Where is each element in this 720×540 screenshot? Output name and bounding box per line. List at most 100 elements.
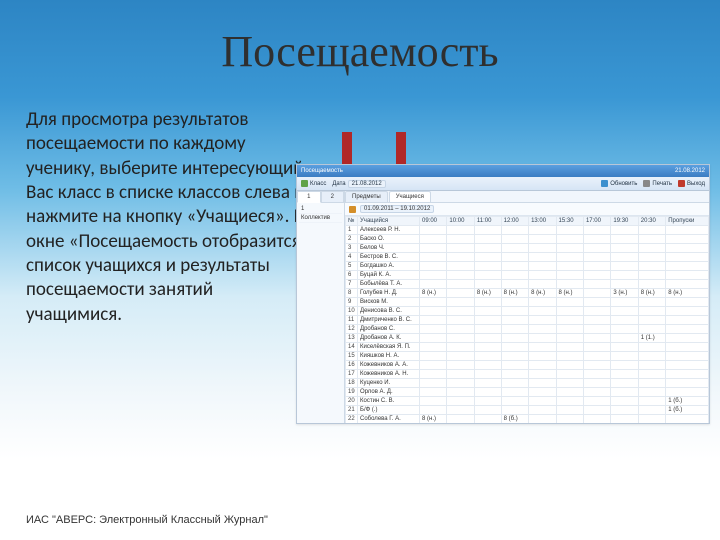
attendance-cell[interactable] — [474, 370, 501, 379]
attendance-cell[interactable] — [501, 235, 528, 244]
attendance-cell[interactable] — [474, 280, 501, 289]
attendance-cell[interactable] — [420, 262, 447, 271]
attendance-cell[interactable] — [556, 343, 583, 352]
toolbar-date[interactable]: Дата 21.08.2012 — [332, 180, 385, 188]
attendance-cell[interactable] — [474, 406, 501, 415]
attendance-cell[interactable] — [666, 370, 709, 379]
attendance-cell[interactable] — [638, 316, 665, 325]
attendance-cell[interactable] — [501, 298, 528, 307]
attendance-cell[interactable] — [666, 325, 709, 334]
attendance-cell[interactable]: 8 (н.) — [474, 289, 501, 298]
attendance-cell[interactable] — [529, 244, 556, 253]
attendance-cell[interactable] — [447, 271, 474, 280]
attendance-cell[interactable] — [529, 226, 556, 235]
attendance-cell[interactable] — [420, 361, 447, 370]
attendance-cell[interactable] — [611, 235, 638, 244]
attendance-cell[interactable] — [420, 307, 447, 316]
attendance-cell[interactable] — [611, 379, 638, 388]
attendance-cell[interactable] — [447, 262, 474, 271]
table-row[interactable]: 22Соболева Г. А.8 (н.)8 (б.) — [346, 415, 709, 424]
attendance-cell[interactable] — [529, 379, 556, 388]
attendance-cell[interactable] — [501, 343, 528, 352]
attendance-cell[interactable]: 8 (н.) — [420, 415, 447, 424]
attendance-cell[interactable] — [666, 334, 709, 343]
attendance-cell[interactable] — [474, 415, 501, 424]
attendance-cell[interactable] — [529, 388, 556, 397]
table-row[interactable]: 13Дробанов А. К.1 (1.) — [346, 334, 709, 343]
attendance-cell[interactable] — [420, 253, 447, 262]
grid-header[interactable]: 19:30 — [611, 217, 638, 226]
attendance-cell[interactable] — [447, 415, 474, 424]
attendance-cell[interactable] — [501, 244, 528, 253]
attendance-cell[interactable]: 8 (н.) — [638, 289, 665, 298]
attendance-cell[interactable] — [583, 235, 610, 244]
attendance-cell[interactable] — [611, 325, 638, 334]
attendance-cell[interactable] — [556, 298, 583, 307]
attendance-cell[interactable] — [501, 379, 528, 388]
attendance-cell[interactable] — [583, 253, 610, 262]
attendance-cell[interactable] — [583, 298, 610, 307]
attendance-cell[interactable] — [501, 361, 528, 370]
attendance-cell[interactable] — [447, 244, 474, 253]
attendance-cell[interactable] — [501, 280, 528, 289]
attendance-cell[interactable] — [556, 397, 583, 406]
attendance-cell[interactable] — [529, 298, 556, 307]
attendance-cell[interactable] — [666, 271, 709, 280]
attendance-cell[interactable] — [638, 361, 665, 370]
attendance-cell[interactable] — [638, 280, 665, 289]
attendance-cell[interactable]: 8 (н.) — [420, 289, 447, 298]
attendance-cell[interactable] — [611, 280, 638, 289]
attendance-cell[interactable] — [638, 307, 665, 316]
attendance-cell[interactable] — [556, 334, 583, 343]
table-row[interactable]: 8Голубев Н. Д.8 (н.)8 (н.)8 (н.)8 (н.)8 … — [346, 289, 709, 298]
attendance-cell[interactable] — [638, 262, 665, 271]
attendance-cell[interactable]: 1 (б.) — [666, 397, 709, 406]
table-row[interactable]: 11Дмитриченко В. С. — [346, 316, 709, 325]
attendance-cell[interactable] — [447, 226, 474, 235]
table-row[interactable]: 18Куценко И. — [346, 379, 709, 388]
attendance-cell[interactable] — [420, 298, 447, 307]
attendance-cell[interactable] — [501, 307, 528, 316]
table-row[interactable]: 20Костин С. В.1 (б.) — [346, 397, 709, 406]
attendance-cell[interactable] — [611, 271, 638, 280]
grid-header[interactable]: 17:00 — [583, 217, 610, 226]
attendance-cell[interactable]: 1 (б.) — [666, 406, 709, 415]
grid-header[interactable]: Учащийся — [358, 217, 420, 226]
attendance-cell[interactable] — [447, 253, 474, 262]
attendance-cell[interactable] — [556, 253, 583, 262]
toolbar-refresh[interactable]: Обновить — [601, 180, 637, 187]
attendance-cell[interactable] — [501, 253, 528, 262]
table-row[interactable]: 19Орлов А. Д. — [346, 388, 709, 397]
attendance-cell[interactable] — [474, 361, 501, 370]
attendance-cell[interactable] — [583, 307, 610, 316]
attendance-cell[interactable] — [583, 262, 610, 271]
attendance-cell[interactable] — [447, 235, 474, 244]
attendance-cell[interactable] — [501, 406, 528, 415]
attendance-cell[interactable] — [420, 352, 447, 361]
attendance-cell[interactable] — [529, 253, 556, 262]
attendance-cell[interactable] — [638, 298, 665, 307]
attendance-cell[interactable] — [447, 406, 474, 415]
attendance-cell[interactable] — [583, 415, 610, 424]
attendance-cell[interactable] — [447, 379, 474, 388]
attendance-cell[interactable] — [611, 397, 638, 406]
attendance-cell[interactable] — [666, 298, 709, 307]
attendance-cell[interactable] — [666, 388, 709, 397]
table-row[interactable]: 10Денисова В. С. — [346, 307, 709, 316]
attendance-cell[interactable] — [474, 235, 501, 244]
attendance-cell[interactable] — [583, 271, 610, 280]
attendance-cell[interactable] — [556, 262, 583, 271]
attendance-cell[interactable] — [501, 325, 528, 334]
attendance-cell[interactable] — [474, 388, 501, 397]
attendance-cell[interactable] — [474, 253, 501, 262]
attendance-cell[interactable] — [666, 415, 709, 424]
attendance-cell[interactable] — [474, 352, 501, 361]
attendance-cell[interactable] — [638, 379, 665, 388]
attendance-cell[interactable] — [666, 343, 709, 352]
attendance-cell[interactable] — [420, 334, 447, 343]
attendance-cell[interactable] — [666, 316, 709, 325]
attendance-cell[interactable] — [529, 352, 556, 361]
attendance-cell[interactable] — [474, 271, 501, 280]
attendance-cell[interactable] — [611, 334, 638, 343]
attendance-cell[interactable] — [474, 244, 501, 253]
